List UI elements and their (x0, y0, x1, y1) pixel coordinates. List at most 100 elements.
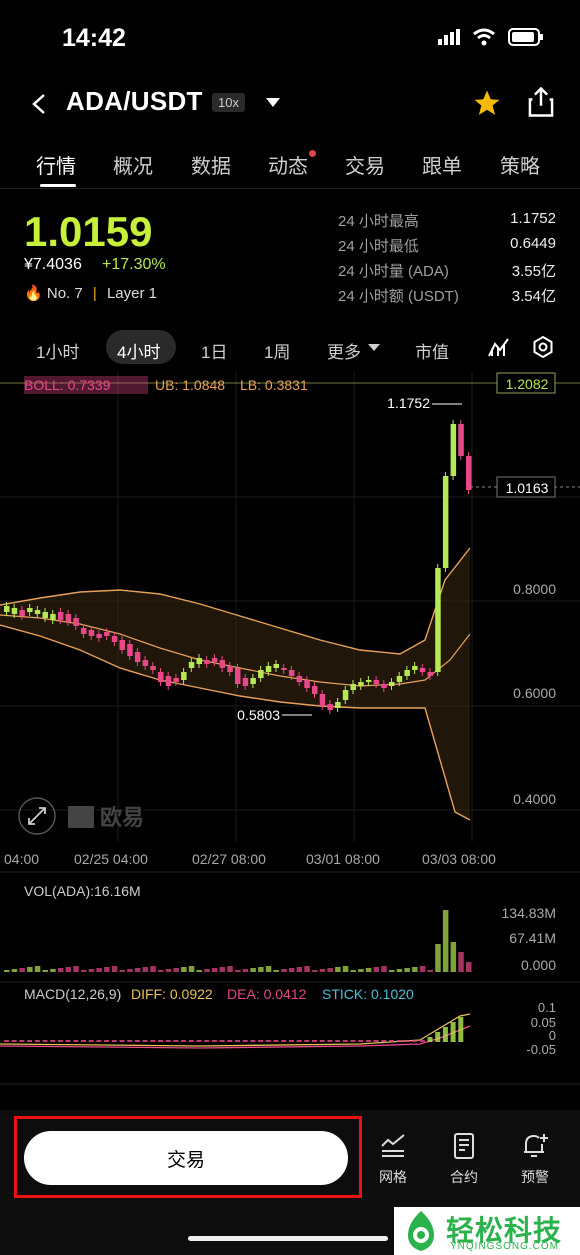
volume-bar (142, 967, 149, 972)
grid-button[interactable]: 网格 (368, 1132, 418, 1187)
macd-bar (342, 1040, 348, 1042)
volume-bar (181, 967, 187, 972)
candle-body (4, 606, 10, 612)
candle-body (127, 644, 133, 656)
candle-body (427, 672, 433, 676)
tab-feed[interactable]: 动态 (268, 150, 308, 179)
macd-bar (396, 1040, 402, 1042)
pair-title[interactable]: ADA/USDT (66, 86, 203, 117)
macd-bar (312, 1040, 317, 1042)
lb-label: LB: 0.3831 (240, 377, 308, 393)
chevron-down-icon[interactable] (266, 98, 280, 108)
candle-body (158, 672, 164, 682)
volume-bar (96, 968, 102, 972)
candle-body (358, 682, 364, 686)
candle-body (288, 670, 295, 676)
macd-bar (173, 1040, 179, 1042)
alert-button[interactable]: 预警 (510, 1132, 560, 1187)
low-price-label: 0.5803 (237, 707, 280, 723)
candle-body (81, 628, 87, 634)
volume-bar (50, 969, 56, 972)
volume-bar (327, 968, 333, 972)
tab-data[interactable]: 数据 (191, 150, 231, 179)
candle-body (165, 676, 172, 686)
macd-bar (442, 1027, 448, 1042)
back-icon[interactable] (28, 92, 52, 116)
rank-label: No. 7 (46, 285, 83, 302)
candle-body (142, 660, 149, 666)
volume-bar (350, 970, 356, 972)
volume-axis-label: 134.83M (502, 905, 556, 921)
macd-bar (165, 1040, 171, 1042)
macd-bar (134, 1040, 140, 1042)
candle-body (335, 702, 341, 708)
candle-body (119, 640, 125, 650)
volume-bar (204, 969, 210, 972)
stat-label: 24 小时最高 (338, 213, 419, 230)
macd-bar (42, 1040, 48, 1042)
candle-body (42, 612, 48, 618)
candle-body (273, 664, 279, 668)
candle-body (173, 678, 179, 682)
candle-body (442, 476, 449, 568)
volume-bar (27, 967, 33, 972)
candle-body (319, 694, 326, 706)
candle-body (296, 676, 303, 682)
volume-bar (158, 970, 164, 972)
tab-underline (40, 184, 76, 187)
volume-bar (389, 970, 395, 972)
tab-trade[interactable]: 交易 (345, 150, 385, 179)
candle-body (11, 608, 18, 614)
volume-bar (342, 966, 349, 972)
volume-bar (188, 966, 195, 972)
fire-icon: 🔥 (24, 285, 43, 302)
grid-label: 网格 (379, 1169, 407, 1185)
volume-bar (104, 967, 110, 972)
settings-icon[interactable] (531, 335, 555, 359)
notification-dot (309, 150, 316, 157)
macd-bar (57, 1040, 63, 1042)
timeframe-1w[interactable]: 1周 (264, 338, 290, 363)
price-chart[interactable]: 1.2082 1.0163 0.8000 0.6000 0.4000 1.1752 0.58… (0, 368, 580, 1088)
candle-body (404, 670, 410, 676)
timeframe-mcap[interactable]: 市值 (415, 338, 449, 363)
tab-copy[interactable]: 跟单 (422, 150, 462, 179)
tab-market[interactable]: 行情 (36, 150, 76, 179)
leverage-badge: 10x (212, 93, 245, 112)
stat-value: 3.55亿 (511, 263, 556, 280)
tab-overview[interactable]: 概况 (113, 150, 153, 179)
contract-button[interactable]: 合约 (439, 1132, 489, 1187)
macd-axis-label: 0 (549, 1028, 556, 1043)
macd-bar (150, 1040, 156, 1042)
timeframe-more[interactable]: 更多 (327, 338, 361, 363)
volume-bar (319, 969, 326, 972)
share-icon[interactable] (526, 86, 556, 118)
tab-strategy[interactable]: 策略 (500, 150, 540, 179)
macd-bar (73, 1040, 79, 1042)
timeframe-1d[interactable]: 1日 (201, 338, 227, 363)
alert-label: 预警 (521, 1169, 549, 1185)
candle-body (435, 568, 441, 672)
volume-bar (358, 969, 364, 972)
candle-body (250, 678, 256, 684)
star-icon[interactable] (472, 88, 502, 118)
macd-bar (273, 1040, 279, 1042)
rank-row[interactable]: 🔥 No. 7 | Layer 1 (24, 284, 157, 302)
timeframe-1h[interactable]: 1小时 (36, 338, 79, 363)
candle-body (389, 682, 395, 686)
macd-bar (427, 1037, 433, 1042)
candle-body (373, 680, 380, 684)
macd-bar (435, 1032, 441, 1042)
timeframe-4h[interactable]: 4小时 (117, 338, 160, 363)
macd-bar (373, 1040, 379, 1042)
candle-body (188, 662, 195, 668)
macd-bar (158, 1040, 163, 1042)
chevron-down-icon[interactable] (368, 344, 380, 352)
stat-value: 0.6449 (510, 235, 556, 252)
volume-bar (458, 952, 464, 972)
macd-bar (142, 1040, 148, 1042)
indicator-icon[interactable] (488, 336, 510, 358)
macd-bar (104, 1040, 110, 1042)
candle-body (342, 690, 349, 700)
macd-bar (458, 1017, 464, 1042)
